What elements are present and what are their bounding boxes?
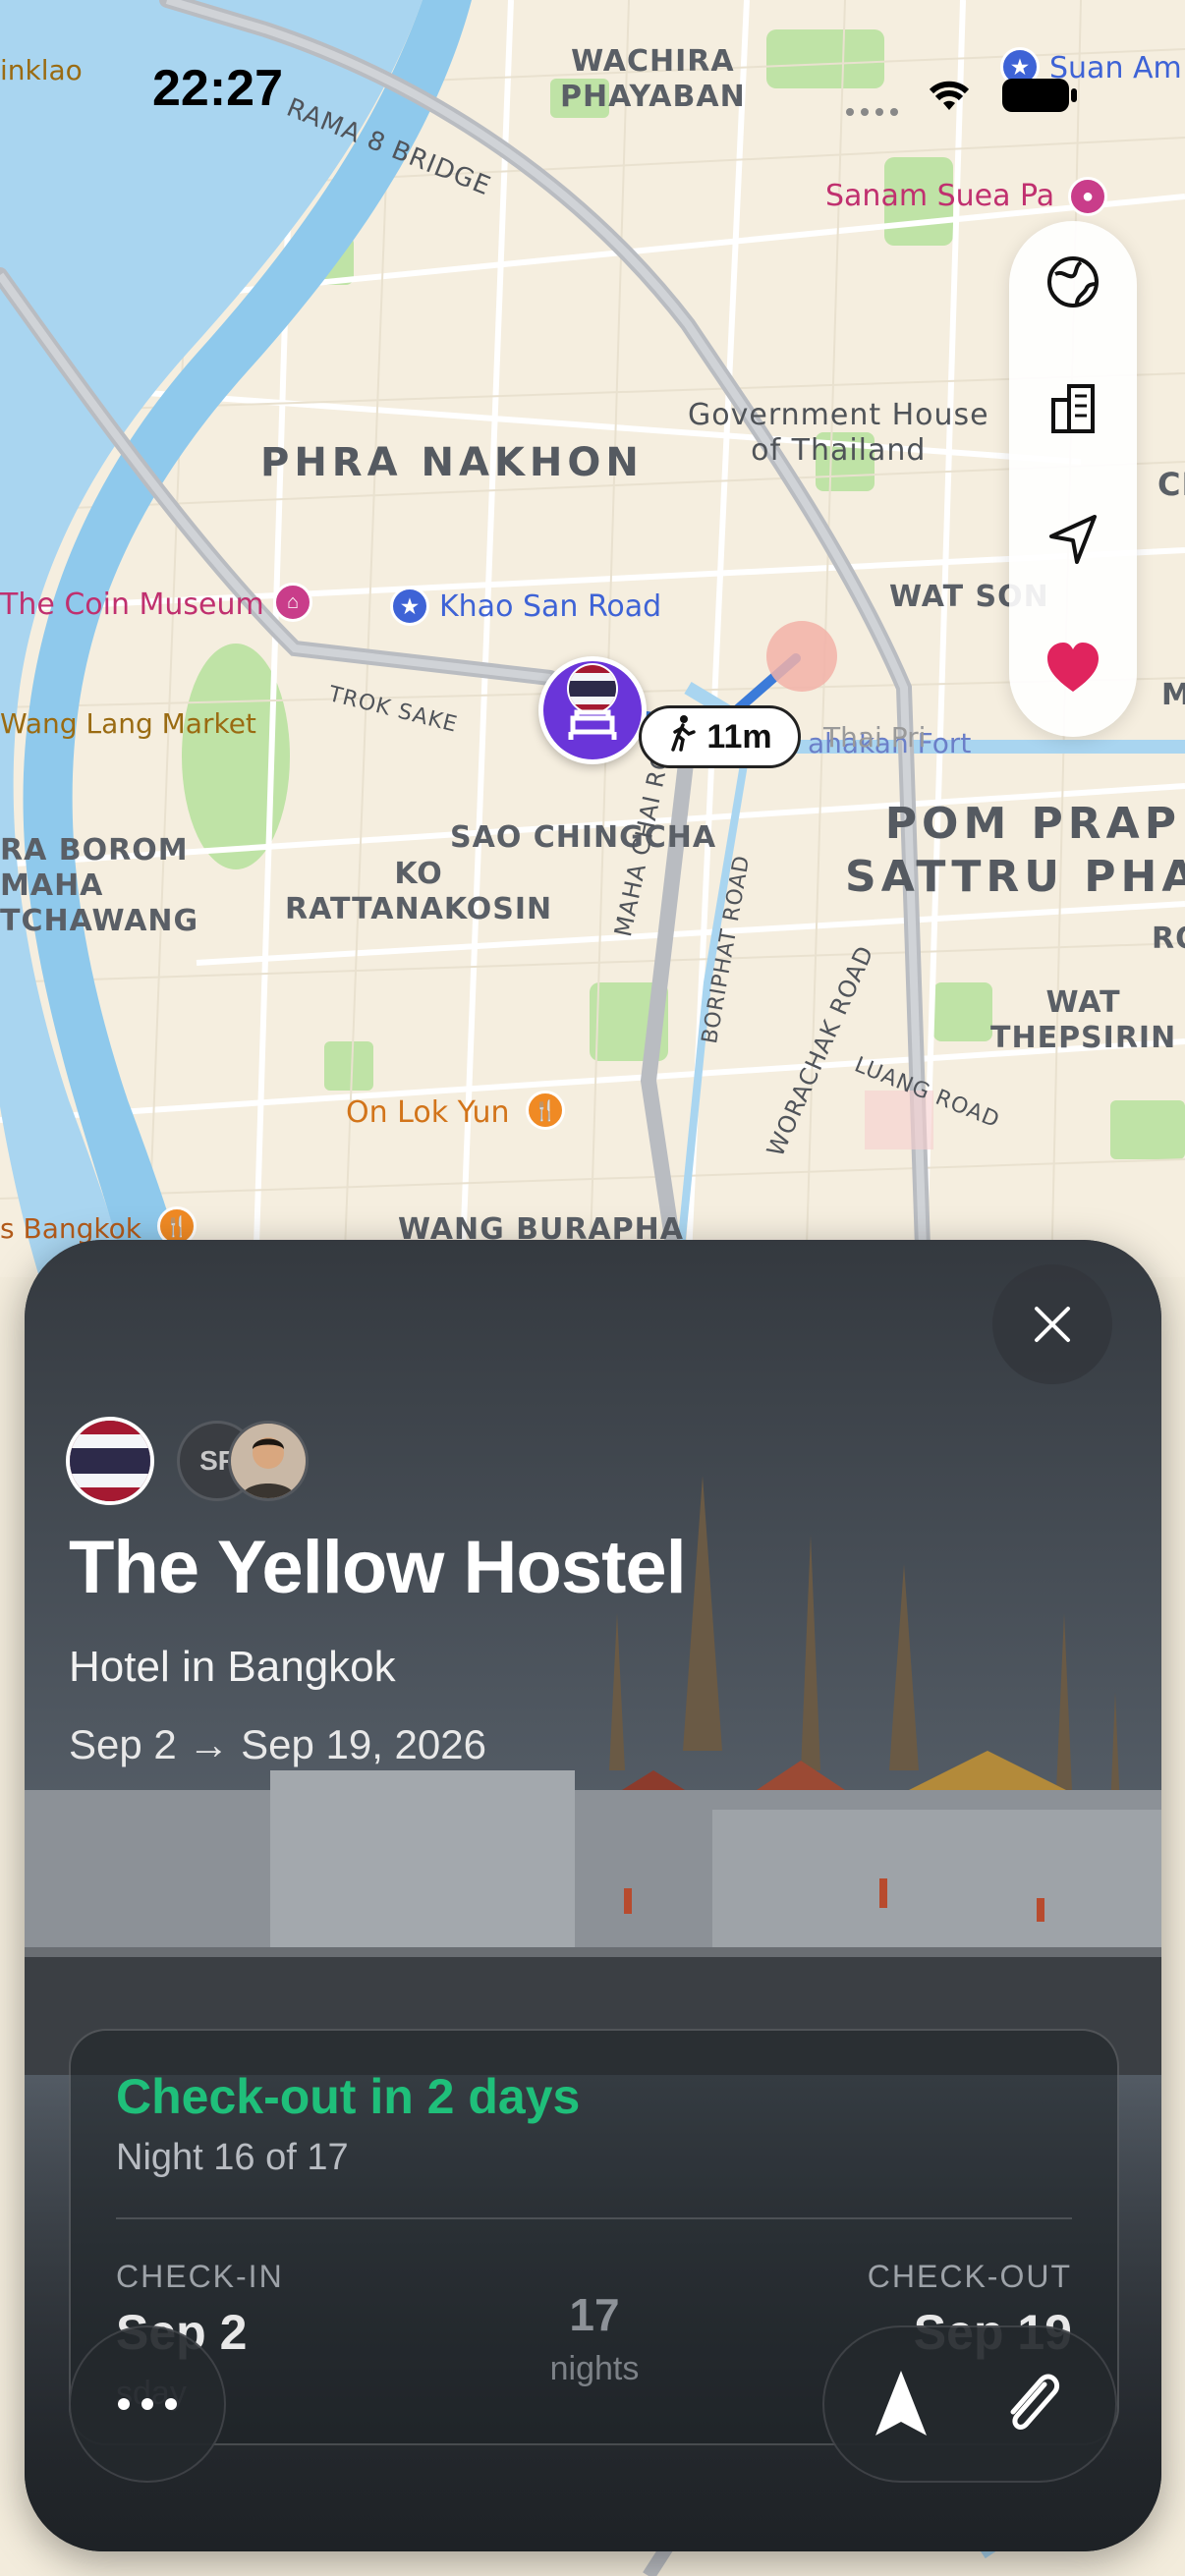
- poi-label-on-lok-yun[interactable]: On Lok Yun: [346, 1095, 510, 1130]
- walk-time-label: 11m: [706, 717, 772, 756]
- check-out-caption: CHECK-OUT: [867, 2259, 1072, 2294]
- restaurant-icon: 🍴: [526, 1091, 565, 1130]
- district-label-wat-thepsirin: WAT THEPSIRIN: [990, 985, 1177, 1055]
- district-label-m: M: [1161, 678, 1185, 712]
- place-icon: ●: [1068, 177, 1107, 216]
- avatar-photo[interactable]: [228, 1421, 309, 1501]
- district-label-wachira: WACHIRA PHAYABAN: [560, 44, 746, 114]
- paperclip-icon: [1010, 2374, 1060, 2430]
- nights-label: nights: [549, 2350, 640, 2387]
- poi-label-thai-pri[interactable]: Thai Pri: [823, 721, 926, 754]
- signal-dots-icon: [845, 104, 904, 116]
- battery-icon: [1000, 77, 1079, 119]
- attach-button[interactable]: [999, 2367, 1068, 2446]
- district-label-pom-prap: POM PRAP SATTRU PHAI: [845, 799, 1185, 902]
- checkout-countdown: Check-out in 2 days: [116, 2069, 581, 2124]
- poi-label-government-house[interactable]: Government House of Thailand: [688, 398, 989, 469]
- navigation-arrow-icon: [875, 2371, 927, 2436]
- divider: [116, 2217, 1072, 2219]
- poi-label-coin-museum[interactable]: The Coin Museum: [0, 588, 264, 622]
- check-in-caption: CHECK-IN: [116, 2259, 284, 2294]
- poi-label-khao-san[interactable]: Khao San Road: [439, 589, 661, 624]
- museum-icon: ⌂: [273, 583, 312, 622]
- district-label-ci: CI: [1157, 466, 1185, 503]
- place-title: The Yellow Hostel: [69, 1526, 687, 1609]
- night-progress: Night 16 of 17: [116, 2137, 349, 2178]
- map-controls: [1009, 221, 1137, 737]
- place-detail-card[interactable]: SF The Yellow Hostel Hotel in Bangkok Se…: [25, 1240, 1161, 2551]
- district-label-phra-nakhon: PHRA NAKHON: [260, 440, 644, 485]
- poi-label-sanam-suea[interactable]: Sanam Suea Pa: [825, 179, 1054, 213]
- ellipsis-icon: [118, 2398, 177, 2410]
- navigate-button[interactable]: [872, 2367, 931, 2446]
- poi-label-wang-lang[interactable]: Wang Lang Market: [0, 707, 256, 740]
- star-icon: ★: [390, 587, 429, 626]
- stay-dates: Sep 2 → Sep 19, 2026: [69, 1721, 486, 1767]
- close-button[interactable]: [992, 1264, 1112, 1384]
- district-label-ron: RON: [1152, 922, 1185, 956]
- buildings-icon[interactable]: [1034, 368, 1112, 447]
- walking-person-icon: [667, 714, 697, 760]
- more-options-button[interactable]: [69, 2325, 226, 2483]
- district-label-ra-borom: RA BOROM MAHA TCHAWANG: [0, 833, 199, 938]
- hotel-map-marker[interactable]: [538, 656, 647, 764]
- location-arrow-icon[interactable]: [1034, 499, 1112, 578]
- place-subtitle: Hotel in Bangkok: [69, 1643, 396, 1691]
- thailand-flag-icon: [66, 1417, 154, 1505]
- status-time: 22:27: [152, 60, 283, 117]
- district-label-sao-chingcha: SAO CHINGCHA: [450, 820, 717, 855]
- poi-label-inklao: inklao: [0, 54, 83, 86]
- globe-icon[interactable]: [1034, 243, 1112, 321]
- close-icon: [1035, 1307, 1070, 1342]
- wifi-icon: [924, 75, 975, 119]
- walk-time-badge[interactable]: 11m: [639, 705, 801, 768]
- nights-count: 17: [569, 2289, 620, 2340]
- heart-icon[interactable]: [1034, 629, 1112, 707]
- district-label-ko-rattanakosin: KO RATTANAKOSIN: [285, 857, 553, 926]
- action-buttons: [822, 2325, 1117, 2483]
